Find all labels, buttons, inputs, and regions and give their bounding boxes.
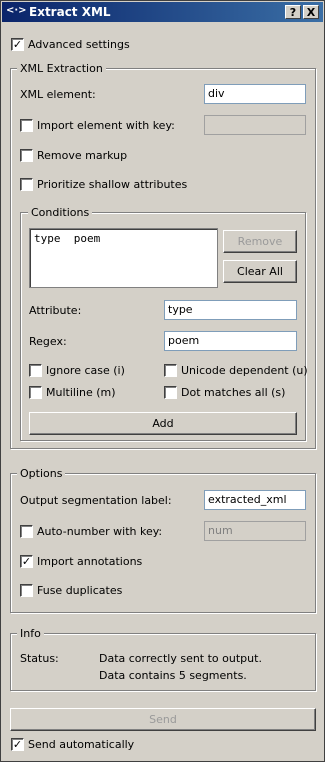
ignore-case-label: Ignore case (i): [46, 364, 125, 377]
dot-matches-all-checkbox[interactable]: [164, 386, 177, 399]
condition-regex: poem: [73, 232, 101, 245]
fuse-duplicates-checkbox[interactable]: [20, 584, 33, 597]
conditions-legend: Conditions: [28, 206, 93, 219]
attribute-label: Attribute:: [29, 304, 82, 317]
import-element-key-label: Import element with key:: [37, 119, 175, 132]
regex-input[interactable]: poem: [164, 331, 297, 351]
auto-number-input[interactable]: num: [204, 521, 306, 541]
close-button[interactable]: X: [303, 5, 319, 19]
advanced-settings-checkbox[interactable]: ✓: [11, 38, 24, 51]
multiline-label: Multiline (m): [46, 386, 116, 399]
fuse-duplicates-label: Fuse duplicates: [37, 584, 123, 597]
status-line-2: Data contains 5 segments.: [99, 669, 247, 682]
xml-element-label: XML element:: [20, 88, 96, 101]
send-button[interactable]: Send: [10, 708, 316, 731]
xml-extraction-legend: XML Extraction: [17, 62, 106, 75]
ignore-case-checkbox[interactable]: [29, 364, 42, 377]
regex-label: Regex:: [29, 335, 67, 348]
import-element-key-input[interactable]: [204, 115, 306, 135]
add-condition-button[interactable]: Add: [29, 412, 297, 435]
status-label: Status:: [20, 652, 59, 665]
output-segmentation-input[interactable]: extracted_xml: [204, 490, 306, 510]
window-title: Extract XML: [29, 5, 111, 19]
dot-matches-all-label: Dot matches all (s): [181, 386, 286, 399]
prioritize-shallow-checkbox[interactable]: [20, 178, 33, 191]
output-segmentation-label: Output segmentation label:: [20, 494, 172, 507]
help-button[interactable]: ?: [285, 5, 301, 19]
clear-all-button[interactable]: Clear All: [223, 260, 297, 283]
remove-markup-label: Remove markup: [37, 149, 128, 162]
status-line-1: Data correctly sent to output.: [99, 652, 262, 665]
options-legend: Options: [17, 467, 66, 480]
attribute-input[interactable]: type: [164, 300, 297, 320]
extract-xml-window: <·> Extract XML ? X ✓ Advanced settings …: [0, 0, 325, 762]
prioritize-shallow-label: Prioritize shallow attributes: [37, 178, 188, 191]
advanced-settings-label: Advanced settings: [28, 38, 130, 51]
xml-element-input[interactable]: div: [204, 84, 306, 104]
title-bar[interactable]: <·> Extract XML ? X: [2, 2, 323, 22]
remove-markup-checkbox[interactable]: [20, 149, 33, 162]
auto-number-label: Auto-number with key:: [37, 525, 163, 538]
import-element-key-checkbox[interactable]: [20, 119, 33, 132]
import-annotations-checkbox[interactable]: ✓: [20, 555, 33, 568]
condition-item[interactable]: type poem: [34, 232, 213, 245]
remove-condition-button[interactable]: Remove: [223, 230, 297, 253]
auto-number-checkbox[interactable]: [20, 525, 33, 538]
condition-attribute: type: [34, 232, 61, 245]
unicode-dependent-checkbox[interactable]: [164, 364, 177, 377]
conditions-list[interactable]: type poem: [29, 228, 218, 288]
app-icon: <·>: [6, 5, 27, 16]
send-automatically-label: Send automatically: [28, 738, 135, 751]
import-annotations-label: Import annotations: [37, 555, 143, 568]
multiline-checkbox[interactable]: [29, 386, 42, 399]
unicode-dependent-label: Unicode dependent (u): [181, 364, 308, 377]
send-automatically-checkbox[interactable]: ✓: [11, 738, 24, 751]
info-legend: Info: [17, 627, 44, 640]
